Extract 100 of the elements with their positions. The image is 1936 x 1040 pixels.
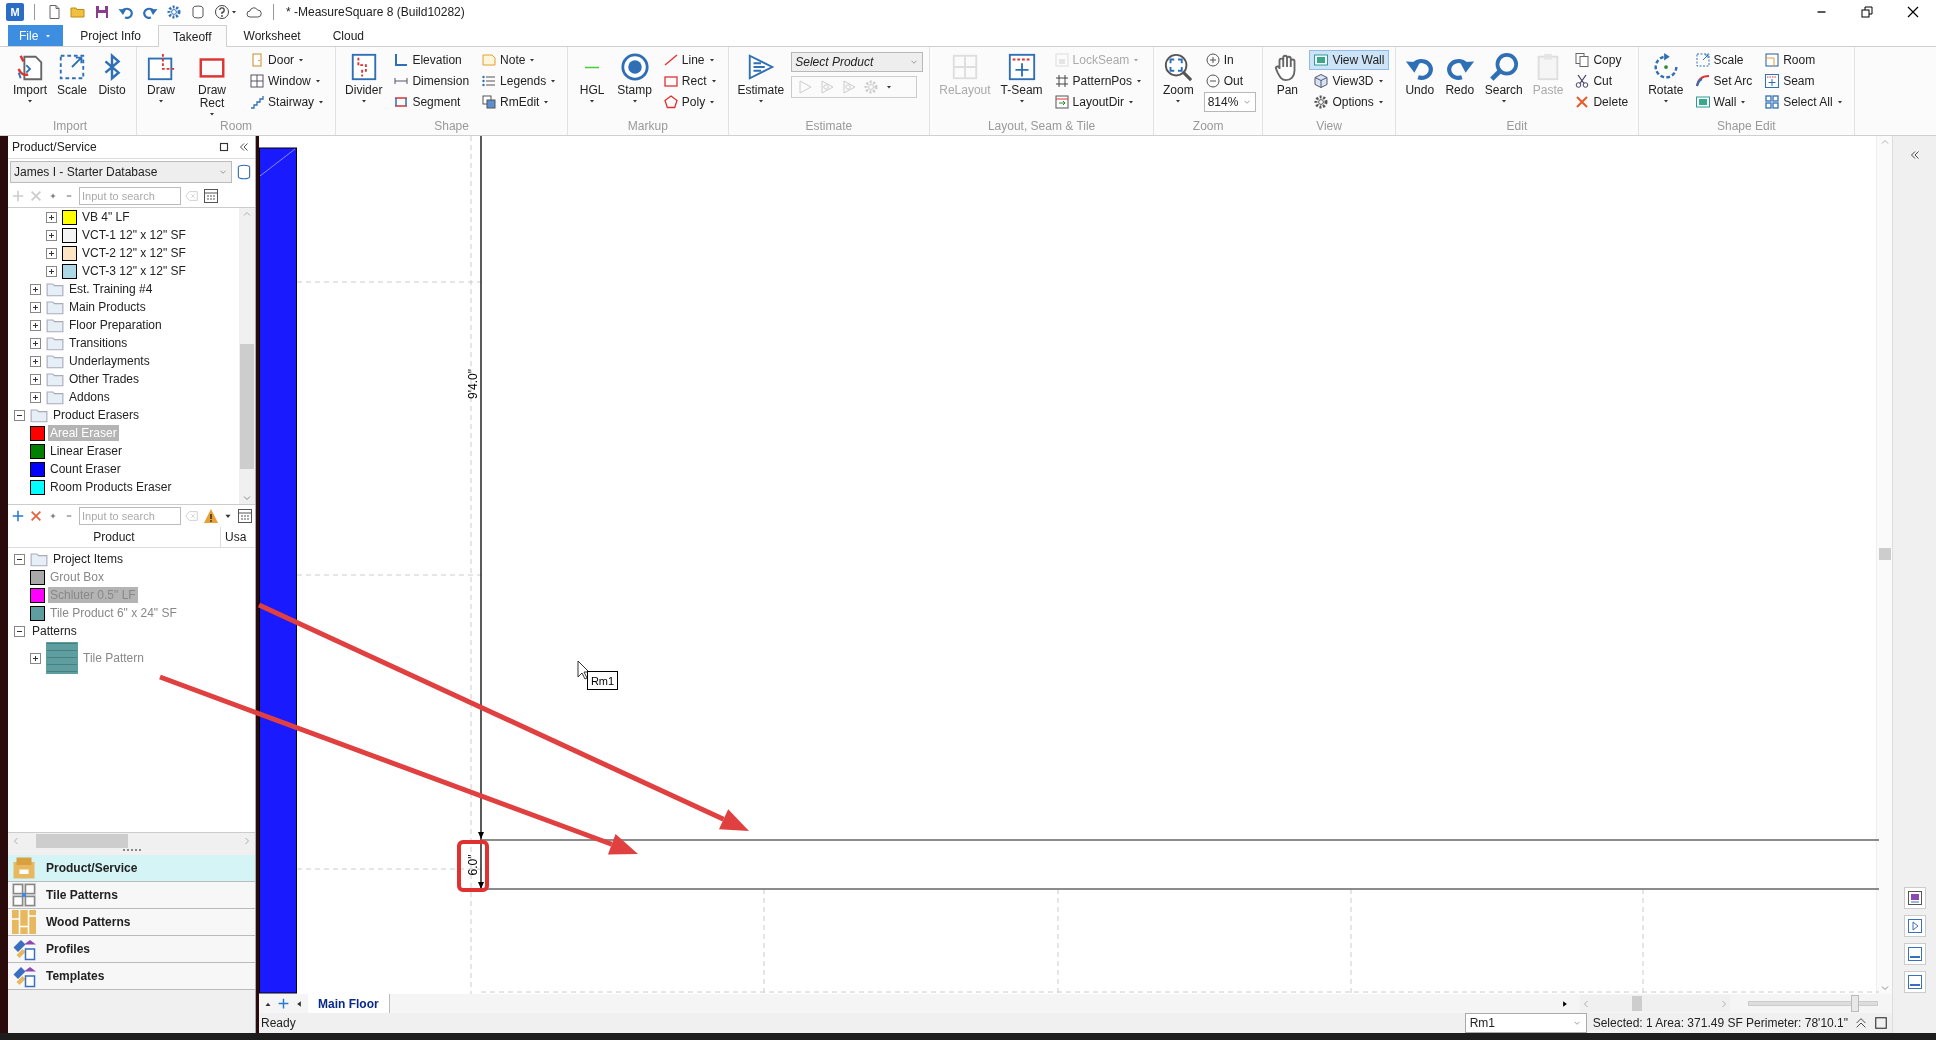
tree-item[interactable]: Linear Eraser (48, 443, 125, 459)
remove-button[interactable] (29, 509, 43, 523)
expand-toggle[interactable] (46, 229, 57, 241)
tree-item[interactable]: VCT-3 12" x 12" SF (80, 263, 188, 279)
ribbon-button[interactable]: Pan (1269, 50, 1306, 114)
ribbon-small-button[interactable]: View Wall (1309, 50, 1389, 70)
ribbon-small-button[interactable]: Stairway (245, 92, 330, 112)
tree-item[interactable]: Est. Training #4 (67, 281, 155, 297)
scroll-thumb[interactable] (36, 834, 128, 848)
tree-item[interactable]: Main Products (67, 299, 148, 315)
ribbon-button[interactable]: Stamp (614, 50, 655, 114)
ribbon-small-button[interactable]: Door (245, 50, 330, 70)
ribbon-small-button[interactable]: In (1200, 50, 1257, 70)
ribbon-button[interactable]: Rotate (1645, 50, 1687, 114)
ribbon-small-button[interactable]: Set Arc (1690, 71, 1757, 91)
expand-toggle[interactable] (30, 337, 41, 349)
tree-item[interactable]: Underlayments (67, 353, 152, 369)
ribbon-small-button[interactable]: Window (245, 71, 330, 91)
ribbon-tab[interactable]: Project Info (65, 25, 157, 46)
database-select[interactable]: James I - Starter Database (10, 161, 232, 183)
ribbon-button[interactable]: Search (1481, 50, 1526, 114)
ribbon-small-button[interactable]: Options (1309, 92, 1389, 112)
scrollbar[interactable] (239, 208, 255, 504)
ribbon-small-button[interactable]: Copy (1570, 50, 1633, 70)
ribbon-small-button[interactable]: LayoutDir (1049, 92, 1147, 112)
scrollbar[interactable] (1580, 995, 1730, 1012)
ribbon-button[interactable]: Divider (342, 50, 386, 114)
tree-item[interactable]: VCT-1 12" x 12" SF (80, 227, 188, 243)
tree-item[interactable]: Transitions (67, 335, 130, 351)
expand-toggle[interactable] (30, 283, 41, 295)
ribbon-small-button[interactable]: Room (1760, 50, 1848, 70)
nav-button[interactable]: Wood Patterns (8, 909, 255, 936)
nav-button[interactable]: Profiles (8, 936, 255, 963)
tree-item[interactable]: VB 4" LF (80, 209, 132, 225)
expand-toggle[interactable] (46, 211, 57, 223)
product-select[interactable]: Select Product (791, 52, 924, 72)
ribbon-button[interactable]: Redo (1441, 50, 1478, 114)
search-field[interactable]: Input to search (79, 187, 181, 205)
nav-button[interactable]: Templates (8, 963, 255, 990)
ribbon-small-button[interactable]: Delete (1570, 92, 1633, 112)
scroll-thumb[interactable] (240, 343, 254, 469)
warning-button[interactable] (203, 508, 219, 524)
ribbon-tab[interactable]: Cloud (317, 25, 380, 46)
slider-thumb[interactable] (1850, 995, 1859, 1012)
collapse-button[interactable] (237, 140, 251, 154)
ribbon-small-button[interactable]: PatternPos (1049, 71, 1147, 91)
ribbon-button[interactable]: Undo (1401, 50, 1438, 114)
expand-toggle[interactable] (30, 355, 41, 367)
ribbon-small-button[interactable]: Legends (477, 71, 562, 91)
tree-item[interactable]: Addons (67, 389, 112, 405)
ribbon-small-button[interactable]: Poly (658, 92, 722, 112)
ribbon-small-button[interactable]: Seam (1760, 71, 1848, 91)
ribbon-button[interactable]: Zoom (1160, 50, 1197, 114)
ribbon-small-button[interactable]: Note (477, 50, 562, 70)
ribbon-small-button[interactable]: Rect (658, 71, 722, 91)
scroll-thumb[interactable] (1878, 548, 1891, 560)
collapse-toggle[interactable] (14, 625, 25, 637)
sheet-tab[interactable]: Main Floor (308, 994, 390, 1013)
expand-toggle[interactable] (46, 247, 57, 259)
ribbon-small-button[interactable]: Wall (1690, 92, 1757, 112)
tree-item[interactable]: Product Erasers (51, 407, 142, 423)
expand-toggle[interactable] (30, 373, 41, 385)
panel-button[interactable] (1903, 915, 1926, 937)
tree-item[interactable]: Tile Product 6" x 24" SF (48, 605, 179, 621)
ribbon-button[interactable]: HGL (574, 50, 611, 114)
ribbon-small-button[interactable]: Dimension (389, 71, 474, 91)
ribbon-small-button[interactable]: Scale (1690, 50, 1757, 70)
tree-item[interactable]: Project Items (51, 551, 126, 567)
ribbon-button[interactable]: Draw Rect (183, 50, 242, 114)
column-header[interactable]: Product (8, 527, 221, 547)
tree-item[interactable]: Room Products Eraser (48, 479, 174, 495)
expand-toggle[interactable] (30, 301, 41, 313)
tree-item[interactable]: VCT-2 12" x 12" SF (80, 245, 188, 261)
expand-toggle[interactable] (30, 652, 41, 664)
collapse-toggle[interactable] (14, 409, 25, 421)
grid-button[interactable] (203, 188, 219, 204)
expand-toggle[interactable] (46, 265, 57, 277)
collapse-toggle[interactable] (14, 553, 25, 565)
tree-item[interactable]: Other Trades (67, 371, 142, 387)
float-button[interactable] (217, 140, 231, 154)
scrollbar[interactable] (1876, 136, 1892, 994)
zoom-select[interactable]: 814% (1203, 92, 1257, 112)
zoom-slider[interactable] (1748, 995, 1878, 1012)
tree-item[interactable]: Count Eraser (48, 461, 123, 477)
add-sheet-button[interactable] (277, 997, 290, 1010)
ribbon-button[interactable]: Import (10, 50, 50, 114)
ribbon-button[interactable]: Disto (94, 50, 131, 114)
ribbon-button[interactable]: Draw (143, 50, 180, 114)
ribbon-small-button[interactable]: View3D (1309, 71, 1389, 91)
tree-item[interactable]: Floor Preparation (67, 317, 164, 333)
maximize-button[interactable] (1874, 1016, 1888, 1030)
nav-button[interactable]: Tile Patterns (8, 882, 255, 909)
nav-button[interactable]: Product/Service (8, 855, 255, 882)
grid-button[interactable] (237, 508, 253, 524)
ribbon-button[interactable]: Scale (54, 50, 91, 114)
tree-item[interactable]: Patterns (30, 623, 79, 639)
ribbon-tab[interactable]: Takeoff (158, 25, 227, 47)
ribbon-small-button[interactable]: RmEdit (477, 92, 562, 112)
help-button[interactable] (213, 3, 239, 21)
ribbon-small-button[interactable]: Select All (1760, 92, 1848, 112)
